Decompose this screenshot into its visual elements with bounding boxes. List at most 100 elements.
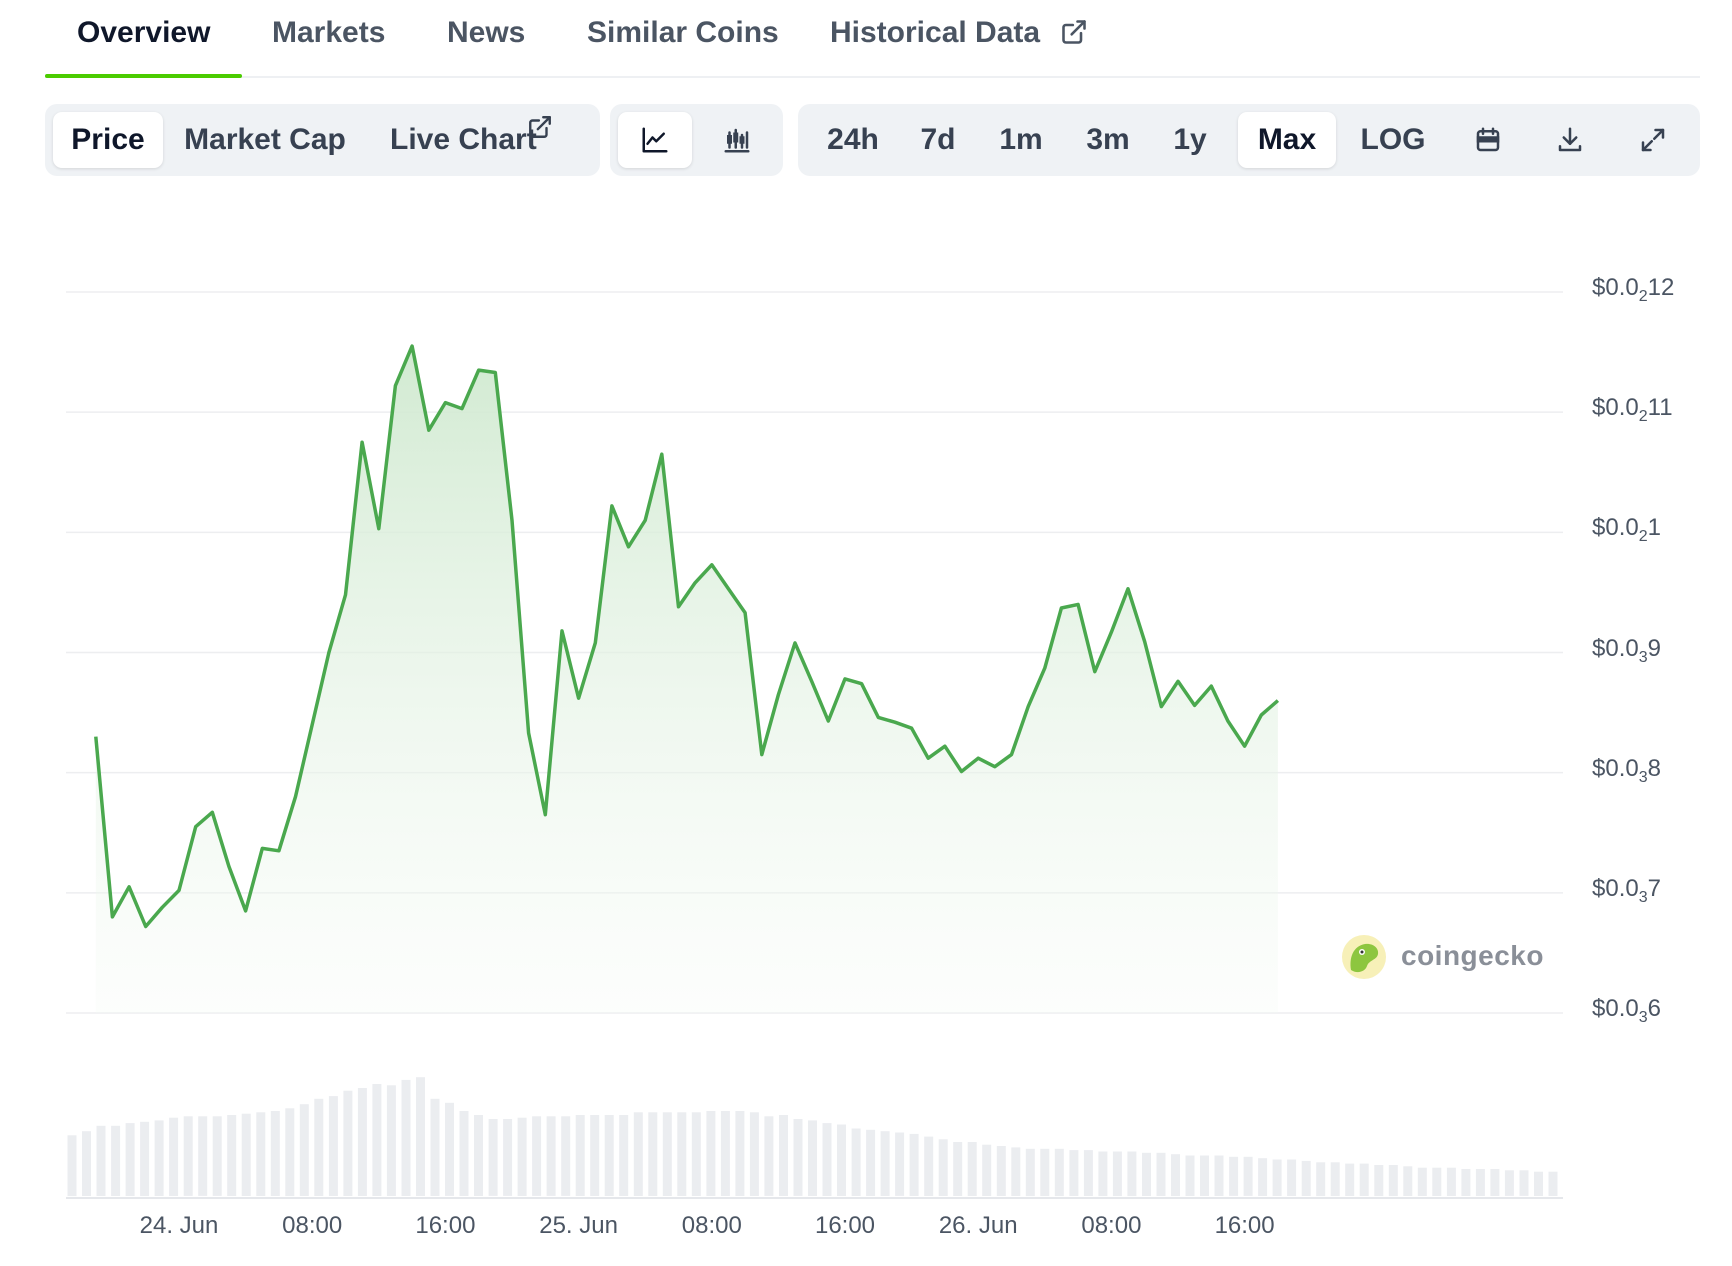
volume-bar <box>1330 1162 1340 1197</box>
volume-bars <box>67 1077 1558 1197</box>
volume-bar <box>677 1112 687 1196</box>
volume-bar <box>212 1116 222 1196</box>
volume-bar <box>140 1121 150 1197</box>
volume-bar <box>720 1111 730 1196</box>
volume-bar <box>241 1113 251 1196</box>
volume-bar <box>866 1129 876 1196</box>
volume-bar <box>619 1115 629 1196</box>
volume-bar <box>1345 1163 1355 1196</box>
price-chart[interactable] <box>0 0 1732 1266</box>
volume-bar <box>1112 1151 1122 1197</box>
volume-bar <box>1011 1147 1021 1196</box>
y-tick-label: $0.037 <box>1592 874 1661 906</box>
volume-bar <box>895 1132 905 1196</box>
volume-bar <box>1040 1148 1050 1197</box>
volume-bar <box>1359 1163 1369 1196</box>
volume-bar <box>1519 1170 1529 1196</box>
x-tick-label: 16:00 <box>415 1212 476 1239</box>
volume-bar <box>1214 1155 1224 1196</box>
volume-bar <box>1461 1169 1471 1196</box>
volume-bar <box>938 1139 948 1196</box>
volume-bar <box>474 1115 483 1196</box>
volume-bar <box>503 1119 513 1196</box>
volume-bar <box>532 1116 542 1196</box>
volume-bar <box>1083 1150 1093 1196</box>
volume-bar <box>416 1077 425 1196</box>
volume-bar <box>111 1125 121 1196</box>
volume-bar <box>1490 1169 1500 1196</box>
y-tick-label: $0.0211 <box>1592 394 1673 426</box>
volume-bar <box>401 1079 411 1196</box>
volume-bar <box>967 1142 977 1196</box>
volume-bar <box>837 1124 846 1196</box>
volume-bar <box>270 1111 280 1196</box>
volume-bar <box>779 1115 788 1196</box>
volume-bar <box>82 1131 91 1196</box>
volume-bar <box>517 1117 527 1196</box>
volume-bar <box>996 1146 1006 1196</box>
volume-bar <box>662 1112 672 1196</box>
volume-bar <box>488 1119 498 1196</box>
volume-bar <box>1504 1170 1514 1196</box>
volume-bar <box>445 1102 454 1196</box>
volume-bar <box>1432 1167 1442 1196</box>
volume-bar <box>1287 1159 1297 1196</box>
volume-bar <box>285 1108 295 1197</box>
volume-bar <box>1200 1155 1209 1196</box>
volume-bar <box>808 1120 817 1196</box>
volume-bar <box>1446 1167 1456 1196</box>
x-tick-label: 16:00 <box>1214 1212 1275 1239</box>
volume-bar <box>1272 1159 1282 1196</box>
volume-bar <box>764 1116 774 1196</box>
x-tick-label: 16:00 <box>814 1212 876 1239</box>
volume-bar <box>1229 1156 1239 1196</box>
volume-bar <box>982 1144 992 1196</box>
volume-bar <box>1054 1148 1064 1197</box>
volume-bar <box>1127 1151 1137 1197</box>
volume-bar <box>1374 1165 1384 1197</box>
y-tick-label: $0.039 <box>1592 634 1661 666</box>
volume-bar <box>880 1131 890 1196</box>
volume-bar <box>328 1096 338 1196</box>
volume-bar <box>96 1125 106 1196</box>
volume-bar <box>691 1112 701 1196</box>
y-tick-label: $0.0212 <box>1592 274 1675 305</box>
volume-bar <box>822 1123 832 1196</box>
volume-bar <box>67 1135 77 1197</box>
volume-bar <box>909 1133 919 1196</box>
volume-bar <box>1243 1156 1253 1196</box>
volume-bar <box>169 1117 179 1196</box>
volume-bar <box>851 1128 861 1196</box>
volume-bar <box>1171 1154 1180 1197</box>
x-tick-label: 26. Jun <box>938 1212 1018 1239</box>
x-tick-label: 08:00 <box>1081 1212 1142 1239</box>
volume-bar <box>924 1136 934 1196</box>
volume-bar <box>1098 1151 1108 1197</box>
volume-bar <box>953 1142 963 1196</box>
volume-bar <box>1417 1167 1427 1196</box>
volume-bar <box>1185 1155 1195 1196</box>
volume-bar <box>198 1116 208 1196</box>
volume-bar <box>648 1112 658 1196</box>
volume-bar <box>372 1084 382 1196</box>
volume-bar <box>1025 1148 1035 1197</box>
volume-bar <box>1301 1160 1311 1196</box>
volume-bar <box>604 1115 614 1196</box>
volume-bar <box>546 1116 556 1196</box>
volume-bar <box>256 1112 266 1196</box>
volume-bar <box>1403 1166 1413 1196</box>
volume-bar <box>735 1111 745 1196</box>
volume-bar <box>590 1115 600 1196</box>
volume-bar <box>793 1119 803 1196</box>
volume-bar <box>343 1090 353 1196</box>
volume-bar <box>299 1104 309 1196</box>
volume-bar <box>1548 1171 1558 1196</box>
volume-bar <box>459 1111 469 1196</box>
price-area <box>95 346 1278 1014</box>
watermark-text: coingecko <box>1401 940 1544 971</box>
volume-bar <box>154 1120 164 1196</box>
x-tick-label: 24. Jun <box>139 1212 219 1239</box>
volume-bar <box>1316 1162 1326 1197</box>
volume-bar <box>1069 1150 1079 1196</box>
volume-bar <box>1142 1152 1151 1196</box>
